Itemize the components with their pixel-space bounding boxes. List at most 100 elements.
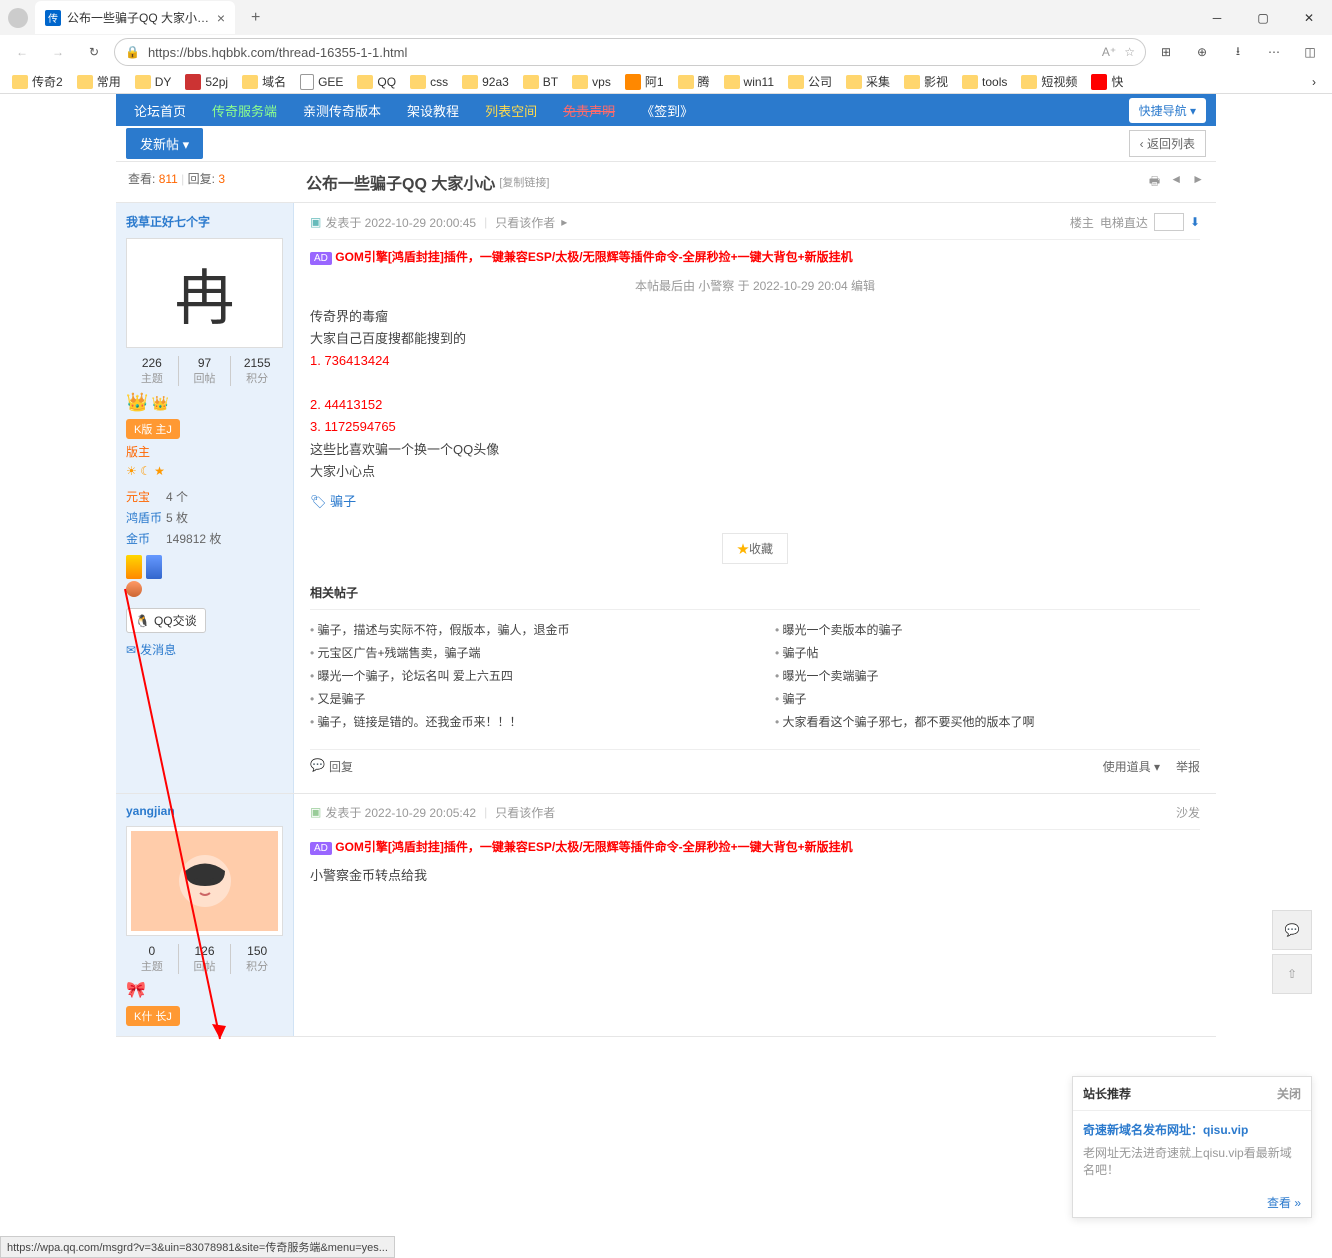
- favorite-icon[interactable]: ☆: [1124, 45, 1135, 59]
- bookmark-item[interactable]: 快: [1085, 71, 1129, 92]
- minimize-button[interactable]: ─: [1194, 0, 1240, 35]
- close-window-button[interactable]: ✕: [1286, 0, 1332, 35]
- mood-icons: ☀ ☾ ★: [126, 464, 283, 478]
- tag-link[interactable]: 骗子: [330, 494, 356, 509]
- ad-link[interactable]: GOM引擎[鸿盾封挂]插件，一键兼容ESP/太极/无限辉等插件命令-全屏秒捡+一…: [335, 840, 852, 854]
- related-link[interactable]: 骗子，链接是错的。还我金币来！！！: [310, 710, 735, 733]
- menu-icon[interactable]: ⋯: [1258, 38, 1290, 66]
- quick-nav-button[interactable]: 快捷导航 ▾: [1129, 98, 1206, 123]
- folder-icon: [12, 75, 28, 89]
- folder-icon: [788, 75, 804, 89]
- bookmark-item[interactable]: 阿1: [619, 71, 670, 92]
- recommend-title: 站长推荐: [1083, 1085, 1131, 1102]
- bookmark-item[interactable]: 腾: [672, 71, 716, 92]
- next-icon[interactable]: ►: [1192, 172, 1204, 193]
- bookmark-item[interactable]: GEE: [294, 72, 349, 92]
- bookmark-item[interactable]: 影视: [898, 71, 954, 92]
- bookmark-item[interactable]: vps: [566, 73, 617, 91]
- copy-link[interactable]: [复制链接]: [499, 174, 549, 190]
- qq-chat-button[interactable]: 🐧 QQ交谈: [126, 608, 206, 633]
- bookmark-item[interactable]: 短视频: [1015, 71, 1083, 92]
- recommend-link[interactable]: 奇速新域名发布网址：qisu.vip: [1083, 1123, 1248, 1137]
- report-link[interactable]: 举报: [1176, 758, 1200, 775]
- browser-tab[interactable]: 传 公布一些骗子QQ 大家小心-传奇 ×: [35, 1, 235, 34]
- bookmark-item[interactable]: 92a3: [456, 73, 515, 91]
- arrow-icon[interactable]: ▸: [561, 215, 567, 229]
- folder-icon: [242, 75, 258, 89]
- chat-float-button[interactable]: 💬: [1272, 910, 1312, 950]
- chevron-right-icon[interactable]: ›: [1302, 75, 1326, 89]
- bookmark-item[interactable]: win11: [718, 73, 780, 91]
- related-link[interactable]: 曝光一个骗子，论坛名叫 爱上六五四: [310, 664, 735, 687]
- close-recommend-button[interactable]: 关闭: [1277, 1085, 1301, 1102]
- related-link[interactable]: 元宝区广告+残端售卖，骗子端: [310, 641, 735, 664]
- downloads-icon[interactable]: ⭳: [1222, 38, 1254, 66]
- nav-signin[interactable]: 《签到》: [633, 101, 701, 120]
- username-link[interactable]: yangjian: [126, 804, 175, 818]
- folder-icon: [904, 75, 920, 89]
- related-link[interactable]: 又是骗子: [310, 687, 735, 710]
- bookmark-item[interactable]: QQ: [351, 73, 402, 91]
- refresh-button[interactable]: ↻: [78, 38, 110, 66]
- prev-icon[interactable]: ◄: [1170, 172, 1182, 193]
- bookmark-item[interactable]: 采集: [840, 71, 896, 92]
- user-badge: K什 长J: [126, 1006, 180, 1026]
- related-link[interactable]: 大家看看这个骗子邪七，都不要买他的版本了啊: [775, 710, 1200, 733]
- related-link[interactable]: 骗子: [775, 687, 1200, 710]
- bookmark-item[interactable]: DY: [129, 73, 178, 91]
- user-role: 版主: [126, 443, 283, 460]
- extensions-icon[interactable]: ⊞: [1150, 38, 1182, 66]
- ad-link[interactable]: GOM引擎[鸿盾封挂]插件，一键兼容ESP/太极/无限辉等插件命令-全屏秒捡+一…: [335, 250, 852, 264]
- nav-home[interactable]: 论坛首页: [126, 101, 194, 120]
- related-link[interactable]: 骗子帖: [775, 641, 1200, 664]
- profile-icon[interactable]: [8, 8, 28, 28]
- nav-declare[interactable]: 免责声明: [555, 101, 623, 120]
- bookmark-item[interactable]: BT: [517, 73, 564, 91]
- forward-button[interactable]: →: [42, 38, 74, 66]
- new-tab-button[interactable]: +: [243, 5, 268, 31]
- post-content: 小警察金币转点给我: [310, 865, 1200, 887]
- url-text: https://bbs.hqbbk.com/thread-16355-1-1.h…: [148, 45, 1094, 60]
- bookmark-item[interactable]: 公司: [782, 71, 838, 92]
- sidebar-icon[interactable]: ◫: [1294, 38, 1326, 66]
- nav-svc[interactable]: 传奇服务端: [204, 101, 285, 120]
- avatar-image: 冉: [131, 243, 278, 343]
- favorite-button[interactable]: ★ 收藏: [722, 533, 788, 564]
- send-message-link[interactable]: ✉ 发消息: [126, 641, 283, 658]
- related-link[interactable]: 骗子，描述与实际不符，假版本，骗人，退金币: [310, 618, 735, 641]
- only-author-link[interactable]: 只看该作者: [495, 214, 555, 231]
- elevator-input[interactable]: [1154, 213, 1184, 231]
- scroll-top-button[interactable]: ⇧: [1272, 954, 1312, 994]
- elevator-go-icon[interactable]: ⬇: [1190, 215, 1200, 229]
- return-list-button[interactable]: ‹ 返回列表: [1129, 130, 1206, 157]
- print-icon[interactable]: 🖶: [1149, 172, 1160, 193]
- elevator-label: 电梯直达: [1100, 214, 1148, 231]
- back-button[interactable]: ←: [6, 38, 38, 66]
- collections-icon[interactable]: ⊕: [1186, 38, 1218, 66]
- recommend-more-link[interactable]: 查看 »: [1267, 1196, 1301, 1210]
- bookmark-item[interactable]: 域名: [236, 71, 292, 92]
- close-icon[interactable]: ×: [217, 10, 225, 26]
- related-link[interactable]: 曝光一个卖版本的骗子: [775, 618, 1200, 641]
- reader-icon[interactable]: A⁺: [1102, 45, 1116, 59]
- nav-test[interactable]: 亲测传奇版本: [295, 101, 389, 120]
- bookmark-item[interactable]: css: [404, 73, 454, 91]
- avatar[interactable]: 冉: [126, 238, 283, 348]
- folder-icon: [77, 75, 93, 89]
- nav-setup[interactable]: 架设教程: [399, 101, 467, 120]
- use-tool-link[interactable]: 使用道具 ▾: [1103, 758, 1160, 775]
- bookmark-item[interactable]: 常用: [71, 71, 127, 92]
- maximize-button[interactable]: ▢: [1240, 0, 1286, 35]
- username-link[interactable]: 我草正好七个字: [126, 215, 210, 229]
- bookmark-item[interactable]: 传奇2: [6, 71, 69, 92]
- bookmark-item[interactable]: tools: [956, 73, 1013, 91]
- bookmark-item[interactable]: 52pj: [179, 72, 234, 92]
- tab-title: 公布一些骗子QQ 大家小心-传奇: [67, 9, 211, 26]
- address-bar[interactable]: 🔒 https://bbs.hqbbk.com/thread-16355-1-1…: [114, 38, 1146, 66]
- reply-link[interactable]: 回复: [329, 758, 353, 775]
- only-author-link[interactable]: 只看该作者: [495, 804, 555, 821]
- nav-space[interactable]: 列表空间: [477, 101, 545, 120]
- related-link[interactable]: 曝光一个卖端骗子: [775, 664, 1200, 687]
- new-post-button[interactable]: 发新帖 ▾: [126, 128, 203, 159]
- avatar[interactable]: [126, 826, 283, 936]
